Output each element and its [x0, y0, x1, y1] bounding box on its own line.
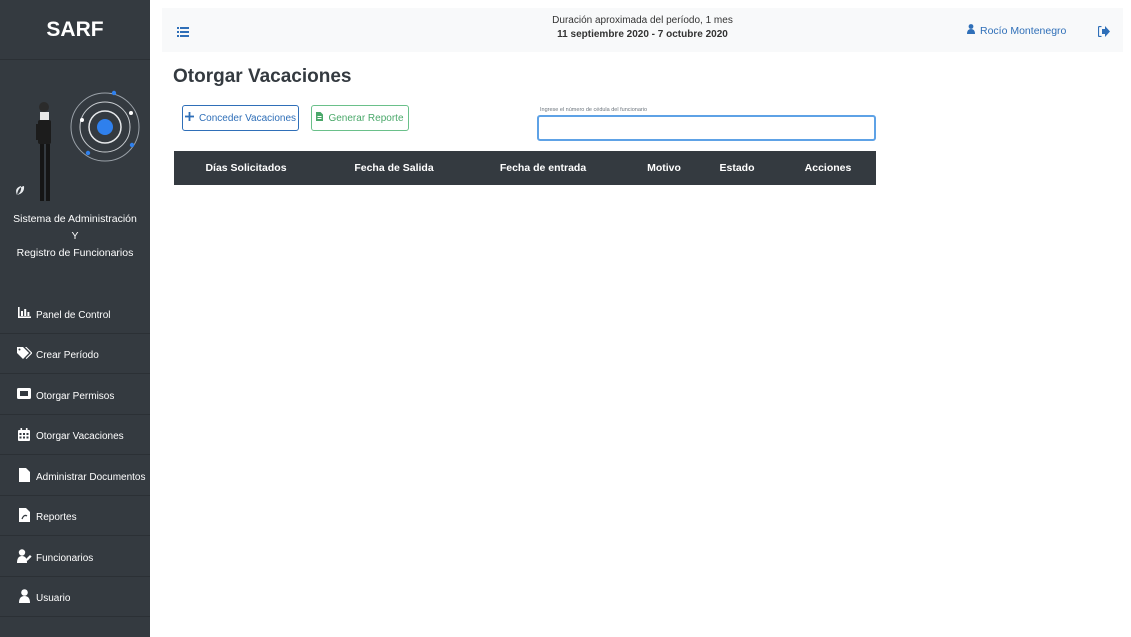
sidebar-item-usuario[interactable]: Usuario — [0, 577, 150, 617]
user-icon — [967, 24, 975, 37]
sidebar-menu: Panel de Control Crear Período Otorgar P… — [0, 293, 150, 617]
column-dias-solicitados[interactable]: Días Solicitados — [205, 162, 286, 174]
table-header: Días Solicitados Fecha de Salida Fecha d… — [174, 151, 876, 185]
top-bar: Duración aproximada del período, 1 mes 1… — [162, 8, 1123, 52]
sidebar-item-label: Crear Período — [36, 350, 99, 362]
system-title-line3: Registro de Funcionarios — [16, 247, 134, 259]
sidebar-item-label: Otorgar Permisos — [36, 390, 115, 402]
column-estado[interactable]: Estado — [719, 162, 754, 174]
user-edit-icon — [16, 549, 32, 563]
plus-icon — [184, 112, 194, 124]
sidebar-item-otorgar-permisos[interactable]: Otorgar Permisos — [0, 374, 150, 415]
user-icon — [16, 589, 32, 604]
sidebar-item-funcionarios[interactable]: Funcionarios — [0, 536, 150, 577]
sidebar-illustration — [0, 60, 150, 205]
sidebar-item-label: Panel de Control — [36, 309, 111, 321]
sidebar-item-label: Otorgar Vacaciones — [36, 431, 124, 443]
sidebar: SARF Sistema de Administración Y Registr… — [0, 0, 150, 637]
sidebar-item-panel-de-control[interactable]: Panel de Control — [0, 293, 150, 334]
pdf-file-icon — [16, 508, 32, 523]
sidebar-item-label: Administrar Documentos — [36, 471, 146, 483]
generate-report-button[interactable]: Generar Reporte — [311, 105, 409, 131]
app: SARF Sistema de Administración Y Registr… — [0, 0, 1131, 637]
sidebar-item-otorgar-vacaciones[interactable]: Otorgar Vacaciones — [0, 415, 150, 455]
generate-report-label: Generar Reporte — [328, 112, 404, 124]
sidebar-item-reportes[interactable]: Reportes — [0, 496, 150, 536]
sidebar-item-label: Usuario — [36, 593, 71, 605]
grant-vacation-button[interactable]: Conceder Vacaciones — [182, 105, 299, 131]
column-fecha-entrada[interactable]: Fecha de entrada — [500, 162, 586, 174]
sidebar-item-label: Funcionarios — [36, 552, 94, 564]
tags-icon — [16, 346, 32, 360]
grant-vacation-label: Conceder Vacaciones — [198, 112, 297, 124]
menu-toggle-icon[interactable] — [177, 24, 189, 42]
sidebar-item-crear-periodo[interactable]: Crear Período — [0, 334, 150, 374]
column-acciones[interactable]: Acciones — [805, 162, 852, 174]
user-menu[interactable]: Rocío Montenegro — [967, 24, 1066, 37]
file-icon — [16, 467, 32, 482]
file-excel-icon — [316, 112, 324, 124]
system-title-line1: Sistema de Administración — [13, 213, 137, 225]
logout-icon[interactable] — [1097, 24, 1110, 42]
sidebar-item-label: Reportes — [36, 512, 77, 524]
system-title-line2: Y — [71, 230, 79, 242]
cedula-search-input[interactable] — [537, 115, 876, 141]
user-name: Rocío Montenegro — [980, 24, 1067, 37]
sidebar-item-administrar-documentos[interactable]: Administrar Documentos — [0, 455, 150, 496]
page-title: Otorgar Vacaciones — [173, 66, 352, 87]
search-label: Ingrese el número de cédula del funciona… — [540, 107, 648, 113]
column-motivo[interactable]: Motivo — [647, 162, 681, 174]
chart-icon — [16, 306, 32, 320]
column-fecha-salida[interactable]: Fecha de Salida — [354, 162, 433, 174]
ticket-icon — [16, 387, 32, 401]
system-title: Sistema de Administración Y Registro de … — [0, 205, 150, 289]
calendar-icon — [16, 427, 32, 441]
brand-logo[interactable]: SARF — [0, 0, 150, 60]
